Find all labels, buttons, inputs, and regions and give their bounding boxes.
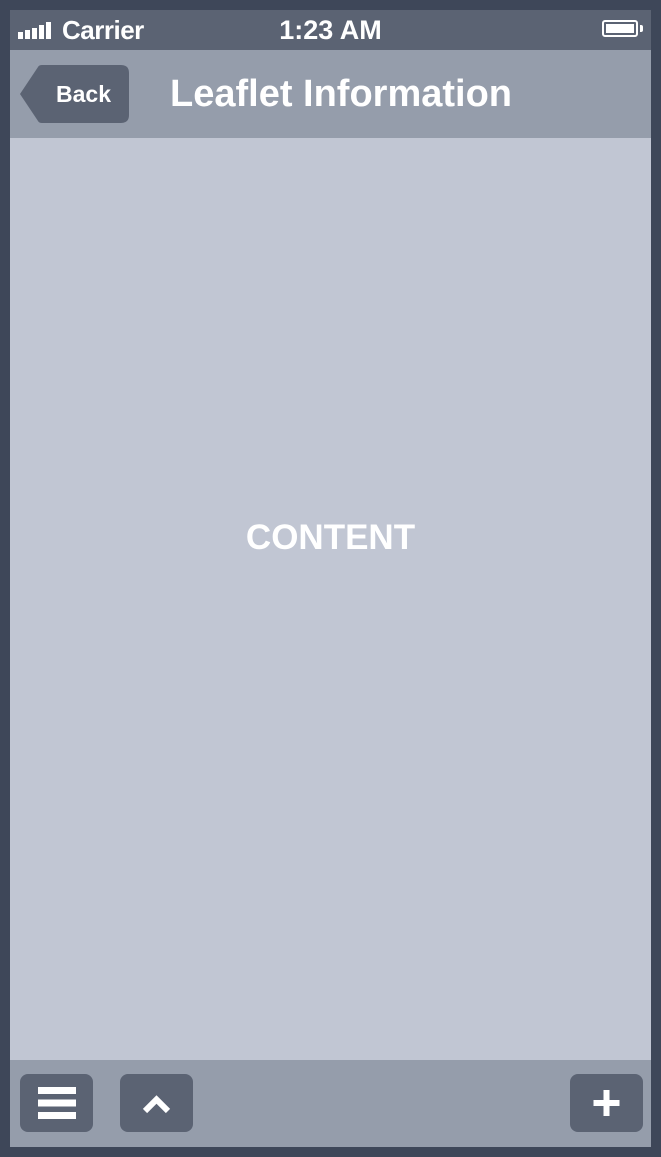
chevron-up-icon: [142, 1095, 171, 1114]
phone-screen: Carrier 1:23 AM Back Leaflet Information…: [10, 10, 651, 1147]
plus-icon: [593, 1090, 620, 1116]
menu-button[interactable]: [20, 1074, 93, 1132]
menu-icon: [38, 1087, 76, 1119]
battery-icon: [602, 20, 638, 37]
add-button[interactable]: [570, 1074, 643, 1132]
content-area: CONTENT: [10, 138, 651, 1060]
battery-tip: [640, 25, 643, 32]
scroll-up-button[interactable]: [120, 1074, 193, 1132]
status-time: 1:23 AM: [279, 15, 382, 45]
back-button[interactable]: Back: [20, 65, 129, 123]
content-placeholder: CONTENT: [245, 518, 416, 557]
navigation-bar: Back Leaflet Information: [10, 50, 651, 138]
bottom-toolbar: [10, 1060, 651, 1147]
status-bar: Carrier 1:23 AM: [10, 10, 651, 50]
back-button-label: Back: [56, 81, 111, 107]
page-title: Leaflet Information: [170, 73, 513, 115]
